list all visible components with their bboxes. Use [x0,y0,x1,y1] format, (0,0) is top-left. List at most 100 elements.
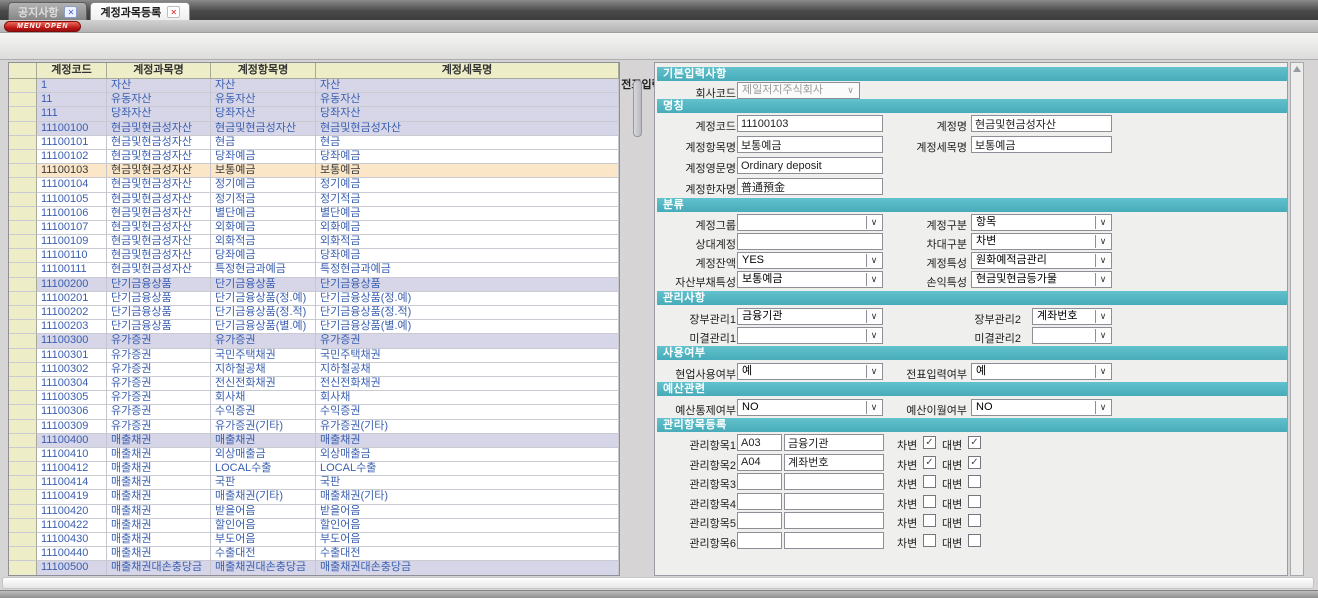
grid-row[interactable]: 11100102현금및현금성자산당좌예금당좌예금 [9,150,619,164]
row-selector-cell[interactable] [9,93,37,107]
budget-carryover-select[interactable]: NO∨ [971,399,1112,416]
tab-inactive[interactable]: 공지사항✕ [8,2,87,20]
detail-name-field[interactable] [971,136,1112,153]
grid-row[interactable]: 11100106현금및현금성자산별단예금별단예금 [9,207,619,221]
grid-row[interactable]: 11100304유가증권전신전화채권전신전화채권 [9,377,619,391]
grid-row[interactable]: 11100111현금및현금성자산특정현금과예금특정현금과예금 [9,263,619,277]
row-selector-cell[interactable] [9,476,37,490]
mgmt-item-name-input[interactable] [784,434,884,451]
grid-row[interactable]: 11100400매출채권매출채권매출채권 [9,434,619,448]
credit-checkbox[interactable]: ✓ [968,456,981,469]
horizontal-scrollbar[interactable] [2,577,1314,589]
grid-row[interactable]: 11100309유가증권유가증권(기타)유가증권(기타) [9,420,619,434]
mgmt-item-name-input[interactable] [784,512,884,529]
account-name-field[interactable] [971,115,1112,132]
item-name-field[interactable] [737,136,883,153]
row-selector-cell[interactable] [9,320,37,334]
mgmt-item-code-input[interactable] [737,473,782,490]
mgmt-item-code-input[interactable] [737,532,782,549]
account-balance-select[interactable]: YES∨ [737,252,883,269]
grid-row[interactable]: 11100306유가증권수익증권수익증권 [9,405,619,419]
slip-input-select[interactable]: 예∨ [971,363,1112,380]
row-selector-cell[interactable] [9,263,37,277]
grid-row[interactable]: 11100300유가증권유가증권유가증권 [9,334,619,348]
menu-open-button[interactable]: MENU OPEN [4,21,81,32]
row-selector-cell[interactable] [9,505,37,519]
mgmt-item-name-input[interactable] [784,532,884,549]
row-selector-cell[interactable] [9,490,37,504]
panel-scrollbar[interactable] [1290,62,1304,576]
account-trait-select[interactable]: 원화예적금관리∨ [971,252,1112,269]
hanja-name-field[interactable] [737,178,883,195]
asset-trait-select[interactable]: 보통예금∨ [737,271,883,288]
grid-scrollbar-thumb[interactable] [633,80,642,137]
grid-row[interactable]: 11100107현금및현금성자산외화예금외화예금 [9,221,619,235]
row-selector-cell[interactable] [9,448,37,462]
row-selector-cell[interactable] [9,405,37,419]
credit-checkbox[interactable]: ✓ [968,436,981,449]
row-selector-cell[interactable] [9,235,37,249]
account-code-field[interactable] [737,115,883,132]
company-code-select[interactable]: 제일저지주식회사 ∨ [737,82,860,99]
ledger2-select[interactable]: 계좌번호∨ [1032,308,1112,325]
credit-checkbox[interactable] [968,514,981,527]
ledger1-select[interactable]: 금융기관∨ [737,308,883,325]
debit-checkbox[interactable] [923,514,936,527]
row-selector-cell[interactable] [9,193,37,207]
grid-row[interactable]: 111당좌자산당좌자산당좌자산 [9,107,619,121]
grid-row[interactable]: 11100440매출채권수출대전수출대전 [9,547,619,561]
debit-checkbox[interactable]: ✓ [923,456,936,469]
mgmt-item-name-input[interactable] [784,473,884,490]
row-selector-cell[interactable] [9,292,37,306]
mgmt-item-code-input[interactable] [737,512,782,529]
row-selector-cell[interactable] [9,221,37,235]
debit-checkbox[interactable]: ✓ [923,436,936,449]
row-selector-cell[interactable] [9,249,37,263]
counter-account-field[interactable] [737,233,883,250]
grid-row[interactable]: 11100410매출채권외상매출금외상매출금 [9,448,619,462]
row-selector-cell[interactable] [9,420,37,434]
debit-checkbox[interactable] [923,495,936,508]
debit-checkbox[interactable] [923,475,936,488]
row-selector-cell[interactable] [9,434,37,448]
credit-checkbox[interactable] [968,475,981,488]
grid-row[interactable]: 11100109현금및현금성자산외화적금외화적금 [9,235,619,249]
mgmt-item-name-input[interactable] [784,454,884,471]
account-group-select[interactable]: ∨ [737,214,883,231]
row-selector-cell[interactable] [9,519,37,533]
row-selector-cell[interactable] [9,107,37,121]
grid-row[interactable]: 11100420매출채권받을어음받을어음 [9,505,619,519]
grid-row[interactable]: 1자산자산자산 [9,79,619,93]
credit-checkbox[interactable] [968,534,981,547]
grid-row[interactable]: 11100412매출채권LOCAL수출LOCAL수출 [9,462,619,476]
row-selector-cell[interactable] [9,334,37,348]
grid-row[interactable]: 11100430매출채권부도어음부도어음 [9,533,619,547]
grid-row[interactable]: 11100103현금및현금성자산보통예금보통예금 [9,164,619,178]
row-selector-cell[interactable] [9,533,37,547]
row-selector-cell[interactable] [9,349,37,363]
debit-checkbox[interactable] [923,534,936,547]
mgmt-item-code-input[interactable] [737,493,782,510]
row-selector-cell[interactable] [9,377,37,391]
row-selector-cell[interactable] [9,278,37,292]
pending1-select[interactable]: ∨ [737,327,883,344]
active-use-select[interactable]: 예∨ [737,363,883,380]
row-selector-cell[interactable] [9,306,37,320]
row-selector-cell[interactable] [9,164,37,178]
english-name-field[interactable] [737,157,883,174]
pending2-select[interactable]: ∨ [1032,327,1112,344]
credit-checkbox[interactable] [968,495,981,508]
row-selector-cell[interactable] [9,561,37,575]
grid-row[interactable]: 11100105현금및현금성자산정기적금정기적금 [9,193,619,207]
row-selector-cell[interactable] [9,363,37,377]
tab-close-icon[interactable]: ✕ [167,6,180,18]
tab-active[interactable]: 계정과목등록✕ [90,2,190,20]
grid-row[interactable]: 11100305유가증권회사채회사채 [9,391,619,405]
row-selector-cell[interactable] [9,79,37,93]
mgmt-item-name-input[interactable] [784,493,884,510]
pl-trait-select[interactable]: 현금및현금등가물∨ [971,271,1112,288]
grid-row[interactable]: 11100301유가증권국민주택채권국민주택채권 [9,349,619,363]
grid-row[interactable]: 11100302유가증권지하철공채지하철공채 [9,363,619,377]
grid-row[interactable]: 11100203단기금융상품단기금융상품(별.예)단기금융상품(별.예) [9,320,619,334]
budget-control-select[interactable]: NO∨ [737,399,883,416]
